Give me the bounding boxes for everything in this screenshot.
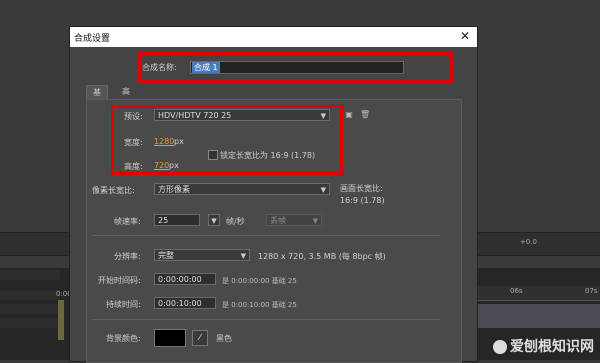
resolution-info: 1280 x 720, 3.5 MB (每 8bpc 帧) — [258, 252, 386, 261]
frame-aspect-value: 16:9 (1.78) — [340, 196, 385, 205]
ruler-label: 06s — [510, 287, 523, 295]
dialog-titlebar: 合成设置 ✕ — [70, 27, 477, 47]
ruler-label: 07s — [585, 287, 598, 295]
timeline-header — [0, 270, 60, 280]
frame-rate-unit: 帧/秒 — [226, 217, 245, 226]
timeline-layer-row — [0, 290, 60, 300]
dialog-title: 合成设置 — [74, 34, 111, 44]
trash-icon[interactable]: 🗑 — [360, 110, 370, 120]
resolution-value: 完整 — [158, 251, 174, 260]
timeline-layer-row — [0, 318, 60, 328]
bg-color-name: 黑色 — [216, 334, 232, 343]
save-preset-icon[interactable]: ▣ — [344, 110, 354, 120]
eyedropper-icon[interactable]: ⁄ — [192, 330, 208, 346]
tab-basic[interactable]: 基本 — [86, 85, 108, 111]
frame-rate-dropdown-icon[interactable]: ▼ — [208, 214, 220, 226]
start-timecode-label: 开始时间码: — [98, 276, 141, 285]
bg-color-swatch[interactable] — [154, 329, 186, 347]
frame-aspect-label: 画面长宽比: — [340, 184, 383, 193]
timeline-layer-row — [0, 304, 60, 314]
time-ruler: 06s 07s — [470, 286, 600, 301]
duration-label: 持续时间: — [106, 300, 141, 309]
duration-info: 是 0:00:10:00 基础 25 — [222, 301, 297, 309]
composition-settings-dialog: 合成设置 ✕ 合成名称: 合成 1 基本 高级 预设: HDV/HDTV 720… — [69, 26, 478, 363]
bg-color-label: 背景颜色: — [106, 334, 141, 343]
highlight-box-dimensions — [111, 105, 343, 175]
highlight-box-comp-name — [138, 52, 453, 83]
watermark: 爱刨根知识网 — [493, 336, 594, 356]
exposure-value: +0.0 — [520, 238, 537, 246]
close-icon[interactable]: ✕ — [460, 29, 470, 43]
pixel-aspect-value: 方形像素 — [158, 185, 190, 194]
frame-rate-label: 帧速率: — [114, 217, 141, 226]
divider — [92, 319, 440, 320]
start-timecode-input[interactable]: 0:00:00:00 — [154, 273, 216, 285]
resolution-dropdown[interactable]: 完整 ▼ — [154, 249, 250, 261]
timeline-track — [470, 304, 600, 328]
frame-rate-input[interactable]: 25 — [154, 214, 200, 226]
pixel-aspect-dropdown[interactable]: 方形像素 ▼ — [154, 183, 330, 195]
pixel-aspect-label: 像素长宽比: — [92, 186, 135, 195]
paw-logo-icon — [493, 340, 507, 354]
chevron-down-icon: ▼ — [312, 217, 318, 225]
chevron-down-icon: ▼ — [320, 186, 326, 194]
tab-advanced[interactable]: 高级 — [116, 85, 136, 110]
drop-frame-dropdown: 丢帧 ▼ — [266, 214, 322, 226]
watermark-text: 爱刨根知识网 — [510, 339, 594, 355]
resolution-label: 分辨率: — [114, 252, 141, 261]
start-timecode-info: 是 0:00:00:00 基础 25 — [222, 277, 297, 285]
drop-frame-value: 丢帧 — [270, 216, 286, 225]
divider — [92, 235, 440, 236]
chevron-down-icon: ▼ — [240, 252, 246, 260]
layer-bar — [58, 300, 64, 340]
duration-input[interactable]: 0:00:10:00 — [154, 297, 216, 309]
